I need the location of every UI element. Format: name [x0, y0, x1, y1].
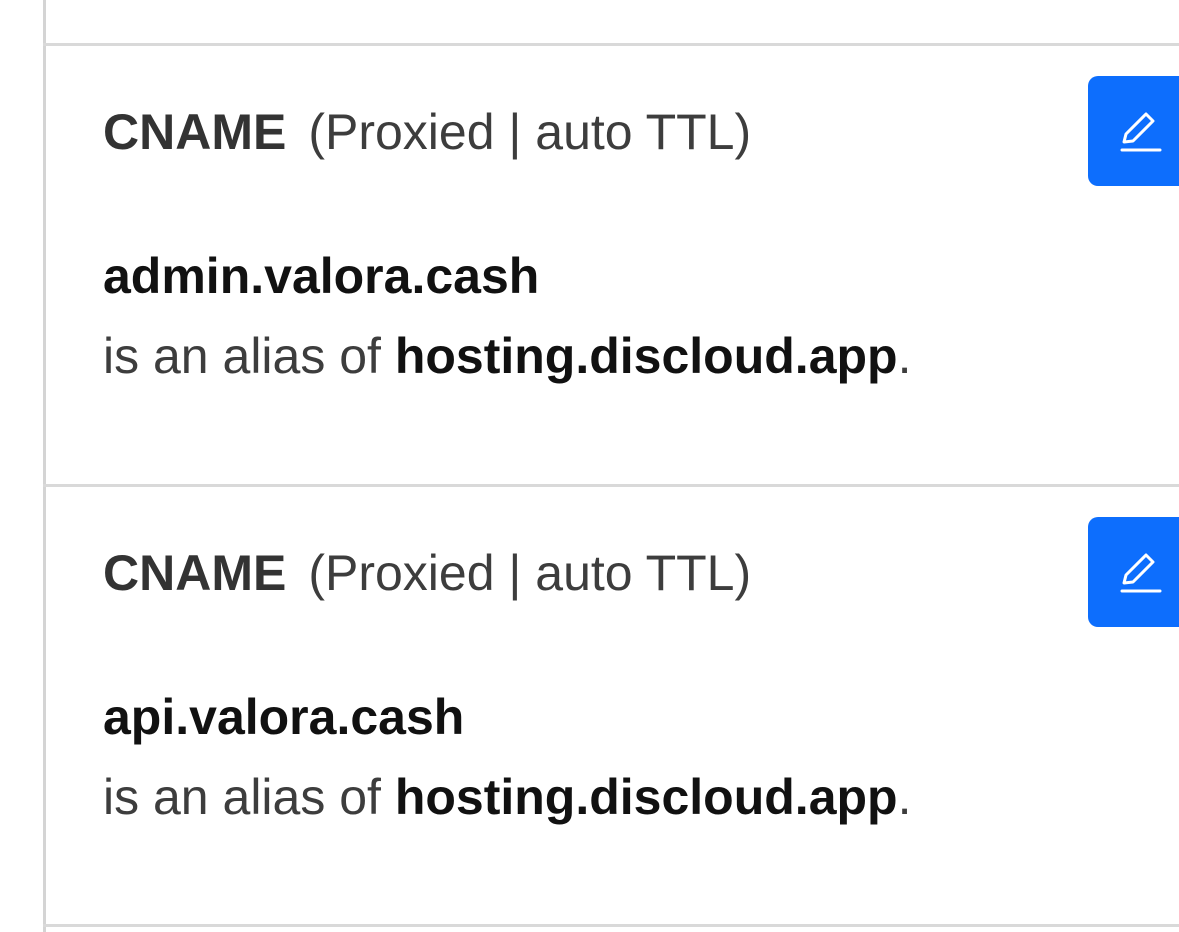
edit-record-button[interactable] [1088, 76, 1179, 186]
record-name: api.valora.cash [103, 689, 465, 745]
record-type: CNAME [103, 545, 287, 601]
dns-record-row: CNAME (Proxied | auto TTL) admin.valora.c… [46, 46, 1179, 482]
row-divider [43, 924, 1179, 927]
record-type: CNAME [103, 104, 287, 160]
pencil-icon [1120, 553, 1162, 593]
record-target: hosting.discloud.app [394, 769, 898, 825]
pencil-icon [1120, 112, 1162, 152]
record-description: is an alias of hosting.discloud.app. [103, 767, 912, 827]
record-suffix: . [897, 769, 912, 825]
edit-record-button[interactable] [1088, 517, 1179, 627]
record-meta: (Proxied | auto TTL) [308, 104, 752, 160]
alias-prefix: is an alias of [103, 328, 395, 384]
alias-prefix: is an alias of [103, 769, 395, 825]
record-meta: (Proxied | auto TTL) [308, 545, 752, 601]
dns-records-list: CNAME (Proxied | auto TTL) admin.valora.c… [0, 0, 1179, 932]
record-name: admin.valora.cash [103, 248, 540, 304]
record-header: CNAME (Proxied | auto TTL) [103, 543, 751, 603]
record-description: is an alias of hosting.discloud.app. [103, 326, 912, 386]
record-suffix: . [897, 328, 912, 384]
record-target: hosting.discloud.app [394, 328, 898, 384]
dns-record-row: CNAME (Proxied | auto TTL) api.valora.cas… [46, 487, 1179, 923]
record-header: CNAME (Proxied | auto TTL) [103, 102, 751, 162]
